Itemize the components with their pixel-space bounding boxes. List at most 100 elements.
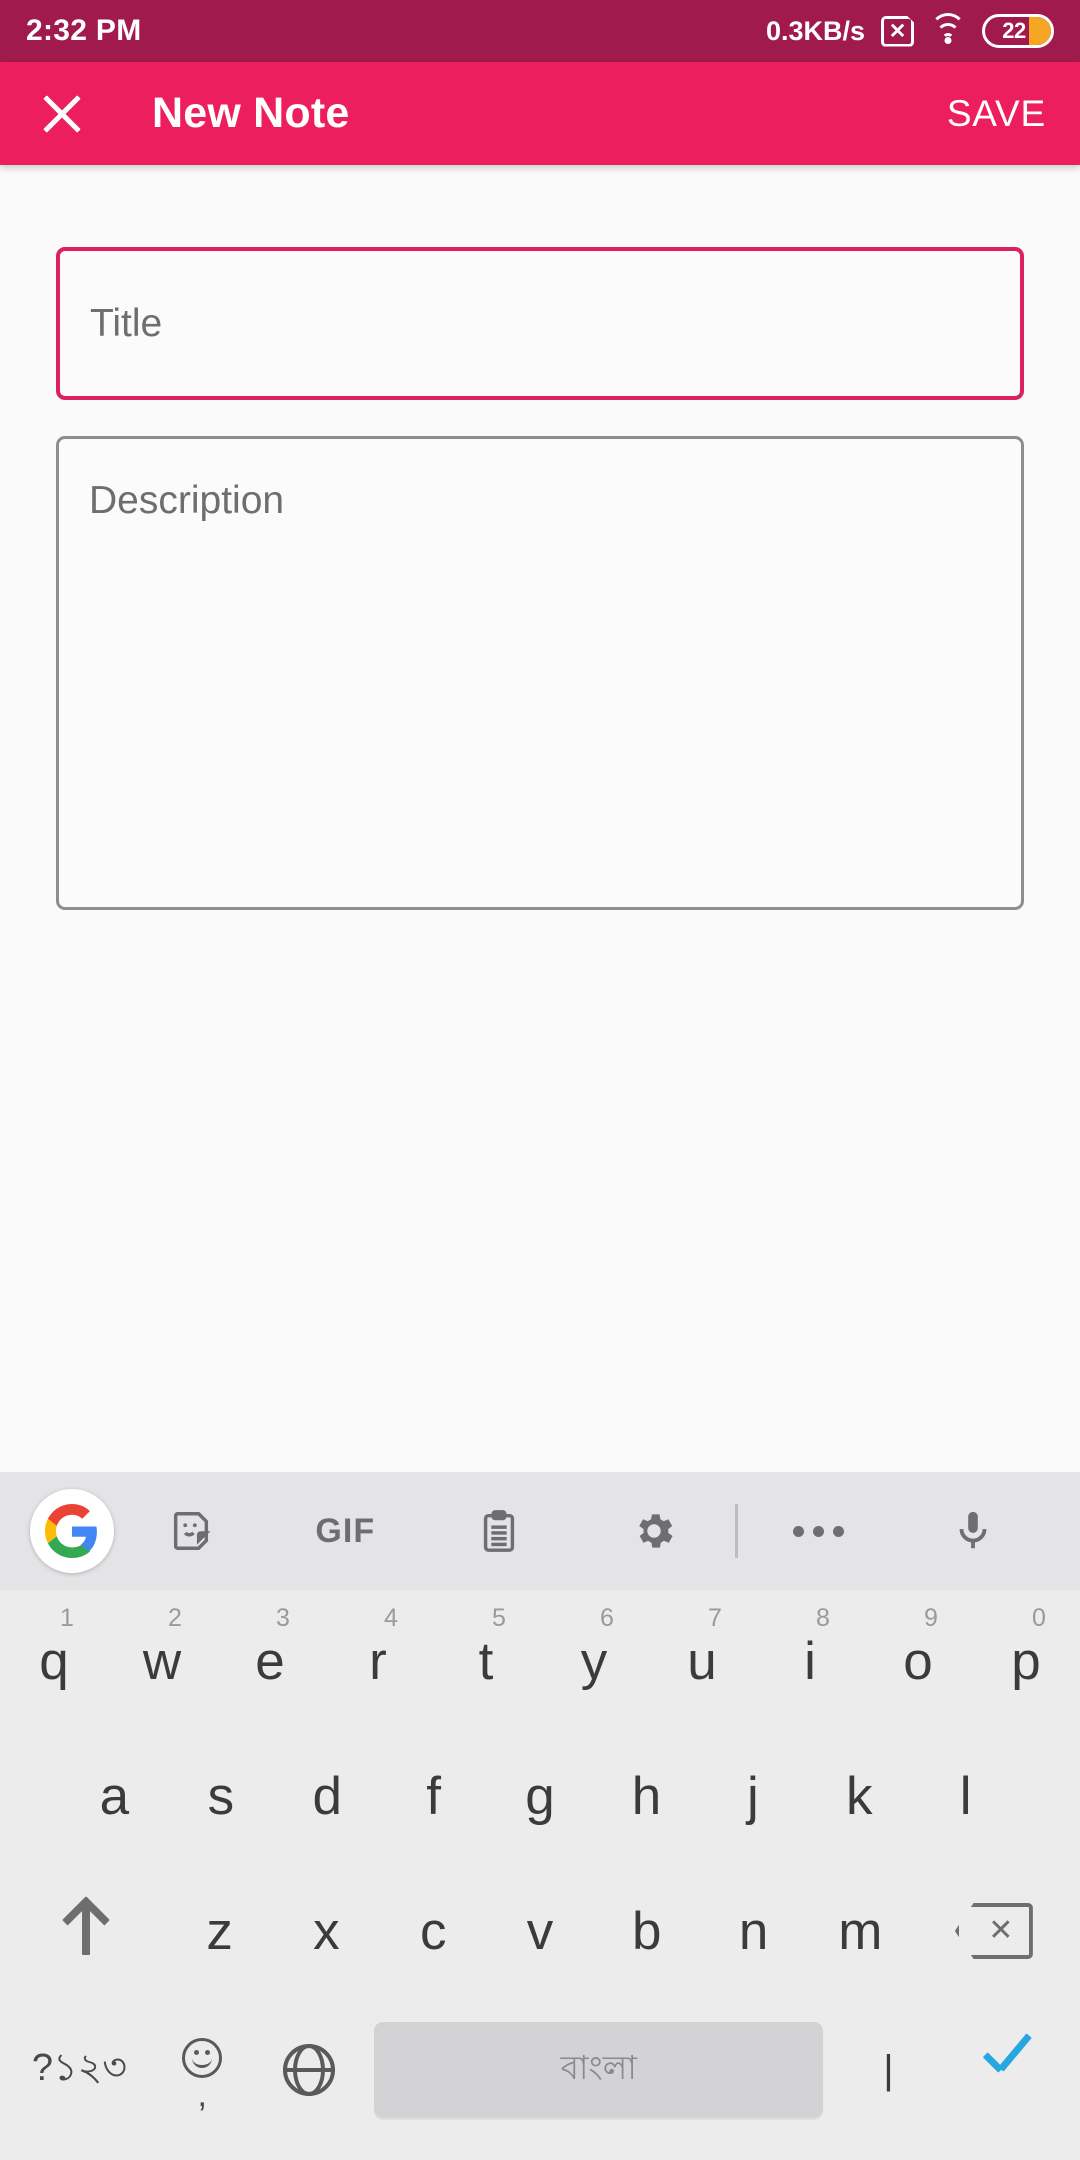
key-r[interactable]: 4r: [324, 1600, 432, 1722]
key-j[interactable]: j: [700, 1735, 806, 1857]
key-y[interactable]: 6y: [540, 1600, 648, 1722]
key-label: z: [206, 1901, 233, 1961]
more-options-icon[interactable]: [742, 1525, 896, 1537]
backspace-key[interactable]: ✕: [914, 1870, 1074, 1992]
key-label: l: [959, 1766, 972, 1826]
key-a[interactable]: a: [61, 1735, 167, 1857]
key-label: g: [525, 1766, 555, 1826]
key-sup: 6: [600, 1604, 614, 1632]
key-f[interactable]: f: [380, 1735, 486, 1857]
close-icon[interactable]: [34, 86, 90, 142]
key-label: t: [478, 1631, 494, 1691]
key-label: h: [631, 1766, 662, 1826]
page-title: New Note: [152, 89, 350, 137]
key-label: q: [39, 1631, 69, 1691]
key-d[interactable]: d: [274, 1735, 380, 1857]
key-label: w: [142, 1631, 182, 1691]
key-label: y: [580, 1631, 608, 1691]
shift-icon: [82, 1907, 91, 1955]
key-label: b: [632, 1901, 662, 1961]
key-label: k: [846, 1766, 873, 1826]
key-z[interactable]: z: [166, 1870, 273, 1992]
key-label: n: [738, 1901, 769, 1961]
key-w[interactable]: 2w: [108, 1600, 216, 1722]
symbols-key[interactable]: ?১২৩: [10, 2015, 149, 2125]
key-label: j: [746, 1766, 759, 1826]
key-b[interactable]: b: [593, 1870, 700, 1992]
key-q[interactable]: 1q: [0, 1600, 108, 1722]
key-g[interactable]: g: [487, 1735, 593, 1857]
key-sup: 9: [924, 1604, 938, 1632]
key-x[interactable]: x: [273, 1870, 380, 1992]
status-icons: 0.3KB/s ✕ 22: [765, 13, 1054, 48]
key-sup: 5: [492, 1604, 506, 1632]
key-sup: 2: [168, 1604, 182, 1632]
key-h[interactable]: h: [593, 1735, 699, 1857]
key-label: x: [313, 1901, 340, 1961]
key-sup: 8: [816, 1604, 830, 1632]
network-speed-label: 0.3KB/s: [765, 15, 865, 46]
description-placeholder: Description: [89, 479, 285, 522]
key-u[interactable]: 7u: [648, 1600, 756, 1722]
keyboard-row-3: z x c v b n m ✕: [0, 1870, 1080, 2005]
key-m[interactable]: m: [807, 1870, 914, 1992]
key-label: p: [1011, 1631, 1041, 1691]
wifi-icon: [930, 13, 966, 45]
microphone-icon[interactable]: [896, 1508, 1050, 1554]
sim-card-no-signal-icon: ✕: [881, 15, 914, 47]
key-sup: 0: [1032, 1604, 1046, 1632]
key-i[interactable]: 8i: [756, 1600, 864, 1722]
key-v[interactable]: v: [487, 1870, 594, 1992]
status-time: 2:32 PM: [26, 14, 142, 47]
keyboard-row-4: ?১২৩ , বাংলা |: [0, 2005, 1080, 2135]
enter-key[interactable]: [942, 2015, 1070, 2125]
gif-icon[interactable]: GIF: [268, 1512, 422, 1551]
key-label: r: [369, 1631, 387, 1691]
key-c[interactable]: c: [380, 1870, 487, 1992]
shift-key[interactable]: [6, 1870, 166, 1992]
key-l[interactable]: l: [912, 1735, 1018, 1857]
key-label: a: [99, 1766, 130, 1826]
key-label: o: [903, 1631, 933, 1691]
space-key[interactable]: বাংলা: [374, 2022, 824, 2118]
emoji-comma-key[interactable]: ,: [149, 2015, 256, 2125]
key-sup: 1: [60, 1604, 74, 1632]
description-input[interactable]: Description: [56, 436, 1024, 910]
settings-gear-icon[interactable]: [577, 1508, 731, 1554]
key-e[interactable]: 3e: [216, 1600, 324, 1722]
keyboard-row-2: a s d f g h j k l: [0, 1735, 1080, 1870]
key-sup: 3: [276, 1604, 290, 1632]
emoji-icon: [182, 2038, 223, 2078]
sticker-icon[interactable]: [114, 1508, 268, 1554]
key-n[interactable]: n: [700, 1870, 807, 1992]
key-sup: 4: [384, 1604, 398, 1632]
title-placeholder: Title: [90, 301, 163, 345]
app-bar: New Note SAVE: [0, 62, 1080, 165]
on-screen-keyboard: GIF 1 q 2 w 3 e 4 r 5 t 6 y 7 u 8 i 9 o …: [0, 1472, 1080, 2160]
key-s[interactable]: s: [168, 1735, 274, 1857]
backspace-icon: ✕: [954, 1903, 1033, 1959]
keyboard-toolbar: GIF: [0, 1472, 1080, 1590]
key-t[interactable]: 5t: [432, 1600, 540, 1722]
battery-icon: 22: [982, 14, 1054, 48]
note-form: Title Description: [0, 247, 1080, 910]
key-label: d: [312, 1766, 342, 1826]
key-label: i: [804, 1631, 816, 1691]
key-label: e: [255, 1631, 285, 1691]
language-switch-key[interactable]: [256, 2015, 363, 2125]
save-button[interactable]: SAVE: [947, 93, 1046, 135]
key-label: c: [419, 1901, 447, 1961]
app-screen: 2:32 PM 0.3KB/s ✕ 22 New Note SAVE Title…: [0, 0, 1080, 2160]
pipe-key[interactable]: |: [835, 2015, 942, 2125]
keyboard-row-1: 1q 2w 3e 4r 5t 6y 7u 8i 9o 0p: [0, 1600, 1080, 1735]
google-logo-icon[interactable]: [30, 1489, 114, 1573]
key-sup: 7: [708, 1604, 722, 1632]
comma-label: ,: [197, 2076, 207, 2114]
key-p[interactable]: 0p: [972, 1600, 1080, 1722]
key-k[interactable]: k: [806, 1735, 912, 1857]
key-o[interactable]: 9o: [864, 1600, 972, 1722]
title-input[interactable]: Title: [56, 247, 1024, 400]
clipboard-icon[interactable]: [422, 1508, 576, 1554]
key-label: s: [207, 1766, 235, 1826]
key-label: f: [426, 1766, 441, 1826]
